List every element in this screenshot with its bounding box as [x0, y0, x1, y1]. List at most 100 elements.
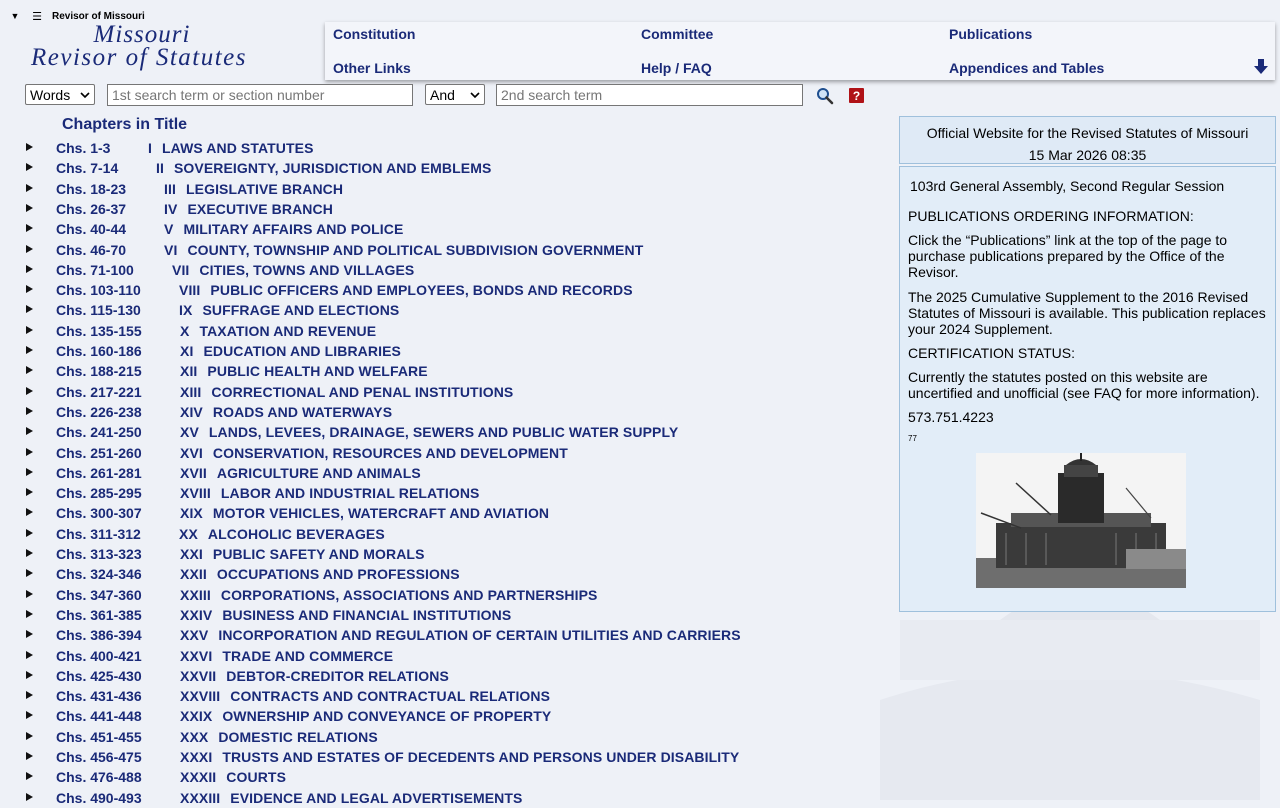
expand-triangle-icon[interactable] [26, 488, 33, 497]
chapter-range-link[interactable]: Chs. 241-250 [56, 424, 142, 440]
nav-help-faq[interactable]: Help / FAQ [641, 60, 712, 76]
chapter-range-link[interactable]: Chs. 490-493 [56, 790, 142, 806]
chapter-row[interactable]: Chs. 188-215 XII PUBLIC HEALTH AND WELFARE [0, 361, 880, 381]
chapter-range-link[interactable]: Chs. 285-295 [56, 485, 142, 501]
chapter-row[interactable]: Chs. 261-281 XVII AGRICULTURE AND ANIMALS [0, 463, 880, 483]
expand-triangle-icon[interactable] [26, 731, 33, 740]
chapter-row[interactable]: Chs. 300-307 XIX MOTOR VEHICLES, WATERCRAF… [0, 503, 880, 523]
chapter-title-link[interactable]: XI EDUCATION AND LIBRARIES [180, 343, 401, 359]
expand-triangle-icon[interactable] [26, 366, 33, 375]
expand-triangle-icon[interactable] [26, 589, 33, 598]
chapter-title-link[interactable]: X TAXATION AND REVENUE [180, 323, 376, 339]
chapter-row[interactable]: Chs. 1-3 I LAWS AND STATUTES [0, 138, 880, 158]
chapter-row[interactable]: Chs. 451-455 XXX DOMESTIC RELATIONS [0, 727, 880, 747]
chapter-title-link[interactable]: XVIII LABOR AND INDUSTRIAL RELATIONS [180, 485, 479, 501]
chapter-title-link[interactable]: XXX DOMESTIC RELATIONS [180, 729, 378, 745]
chapter-title-link[interactable]: III LEGISLATIVE BRANCH [164, 181, 343, 197]
expand-triangle-icon[interactable] [26, 325, 33, 334]
expand-triangle-icon[interactable] [26, 406, 33, 415]
chapter-title-link[interactable]: V MILITARY AFFAIRS AND POLICE [164, 221, 403, 237]
chapter-row[interactable]: Chs. 160-186 XI EDUCATION AND LIBRARIES [0, 341, 880, 361]
nav-committee[interactable]: Committee [641, 26, 713, 42]
chapter-title-link[interactable]: XXIII CORPORATIONS, ASSOCIATIONS AND PART… [180, 587, 597, 603]
expand-triangle-icon[interactable] [26, 569, 33, 578]
expand-triangle-icon[interactable] [26, 528, 33, 537]
expand-triangle-icon[interactable] [26, 285, 33, 294]
chapter-title-link[interactable]: XXVII DEBTOR-CREDITOR RELATIONS [180, 668, 449, 684]
expand-triangle-icon[interactable] [26, 650, 33, 659]
nav-appendices-tables[interactable]: Appendices and Tables [949, 60, 1104, 76]
chapter-title-link[interactable]: XXV INCORPORATION AND REGULATION OF CERTA… [180, 627, 741, 643]
chapter-row[interactable]: Chs. 313-323 XXI PUBLIC SAFETY AND MORALS [0, 544, 880, 564]
expand-triangle-icon[interactable] [26, 163, 33, 172]
expand-triangle-icon[interactable] [26, 305, 33, 314]
expand-triangle-icon[interactable] [26, 264, 33, 273]
nav-other-links[interactable]: Other Links [333, 60, 411, 76]
chapter-row[interactable]: Chs. 324-346 XXII OCCUPATIONS AND PROFESSI… [0, 564, 880, 584]
chapter-row[interactable]: Chs. 476-488 XXXII COURTS [0, 767, 880, 787]
expand-triangle-icon[interactable] [26, 427, 33, 436]
expand-triangle-icon[interactable] [26, 609, 33, 618]
expand-triangle-icon[interactable] [26, 670, 33, 679]
chapter-title-link[interactable]: XIII CORRECTIONAL AND PENAL INSTITUTIONS [180, 384, 513, 400]
expand-triangle-icon[interactable] [26, 772, 33, 781]
expand-triangle-icon[interactable] [26, 386, 33, 395]
chapter-range-link[interactable]: Chs. 361-385 [56, 607, 142, 623]
chapter-title-link[interactable]: XXVI TRADE AND COMMERCE [180, 648, 393, 664]
search-icon[interactable] [816, 87, 834, 105]
chapter-title-link[interactable]: I LAWS AND STATUTES [148, 140, 314, 156]
search-operator-select[interactable]: And [425, 84, 485, 105]
expand-triangle-icon[interactable] [26, 467, 33, 476]
chapter-title-link[interactable]: XIV ROADS AND WATERWAYS [180, 404, 392, 420]
search-mode-select[interactable]: Words [25, 84, 95, 105]
chapter-range-link[interactable]: Chs. 451-455 [56, 729, 142, 745]
chapter-range-link[interactable]: Chs. 347-360 [56, 587, 142, 603]
chapter-range-link[interactable]: Chs. 46-70 [56, 242, 126, 258]
chapter-title-link[interactable]: XXIX OWNERSHIP AND CONVEYANCE OF PROPERTY [180, 708, 551, 724]
chapter-row[interactable]: Chs. 71-100 VII CITIES, TOWNS AND VILLAGES [0, 260, 880, 280]
nav-constitution[interactable]: Constitution [333, 26, 415, 42]
chapter-range-link[interactable]: Chs. 71-100 [56, 262, 134, 278]
chapter-title-link[interactable]: IV EXECUTIVE BRANCH [164, 201, 333, 217]
chapter-range-link[interactable]: Chs. 18-23 [56, 181, 126, 197]
chapter-range-link[interactable]: Chs. 103-110 [56, 282, 141, 298]
expand-triangle-icon[interactable] [26, 183, 33, 192]
chapter-row[interactable]: Chs. 241-250 XV LANDS, LEVEES, DRAINAGE, S… [0, 422, 880, 442]
chapter-title-link[interactable]: VII CITIES, TOWNS AND VILLAGES [172, 262, 414, 278]
chapter-title-link[interactable]: XV LANDS, LEVEES, DRAINAGE, SEWERS AND PU… [180, 424, 678, 440]
chapter-row[interactable]: Chs. 18-23 III LEGISLATIVE BRANCH [0, 179, 880, 199]
chapter-row[interactable]: Chs. 386-394 XXV INCORPORATION AND REGULAT… [0, 625, 880, 645]
chapter-range-link[interactable]: Chs. 40-44 [56, 221, 126, 237]
chapter-range-link[interactable]: Chs. 26-37 [56, 201, 126, 217]
chapter-range-link[interactable]: Chs. 311-312 [56, 526, 141, 542]
chapter-range-link[interactable]: Chs. 431-436 [56, 688, 142, 704]
expand-triangle-icon[interactable] [26, 630, 33, 639]
chapter-title-link[interactable]: VI COUNTY, TOWNSHIP AND POLITICAL SUBDIVI… [164, 242, 643, 258]
expand-triangle-icon[interactable] [26, 203, 33, 212]
chapter-range-link[interactable]: Chs. 188-215 [56, 363, 142, 379]
chapter-range-link[interactable]: Chs. 1-3 [56, 140, 110, 156]
down-arrow-icon[interactable] [1253, 58, 1269, 76]
chapter-row[interactable]: Chs. 456-475 XXXI TRUSTS AND ESTATES OF DE… [0, 747, 880, 767]
chapter-title-link[interactable]: XXI PUBLIC SAFETY AND MORALS [180, 546, 425, 562]
nav-publications[interactable]: Publications [949, 26, 1032, 42]
chapter-row[interactable]: Chs. 115-130 IX SUFFRAGE AND ELECTIONS [0, 300, 880, 320]
expand-triangle-icon[interactable] [26, 549, 33, 557]
chapter-title-link[interactable]: XXXI TRUSTS AND ESTATES OF DECEDENTS AND … [180, 749, 739, 765]
chapter-title-link[interactable]: XX ALCOHOLIC BEVERAGES [179, 526, 385, 542]
chapter-row[interactable]: Chs. 431-436 XXVIII CONTRACTS AND CONTRACT… [0, 686, 880, 706]
expand-triangle-icon[interactable] [26, 691, 33, 700]
chapter-title-link[interactable]: VIII PUBLIC OFFICERS AND EMPLOYEES, BONDS… [179, 282, 633, 298]
expand-triangle-icon[interactable] [26, 224, 33, 233]
chapter-row[interactable]: Chs. 251-260 XVI CONSERVATION, RESOURCES A… [0, 443, 880, 463]
chapter-range-link[interactable]: Chs. 300-307 [56, 505, 142, 521]
chapter-row[interactable]: Chs. 226-238 XIV ROADS AND WATERWAYS [0, 402, 880, 422]
chapter-row[interactable]: Chs. 217-221 XIII CORRECTIONAL AND PENAL I… [0, 382, 880, 402]
chapter-row[interactable]: Chs. 40-44 V MILITARY AFFAIRS AND POLICE [0, 219, 880, 239]
expand-triangle-icon[interactable] [26, 143, 33, 151]
chapter-range-link[interactable]: Chs. 313-323 [56, 546, 142, 562]
hamburger-menu-icon[interactable]: ☰ [30, 10, 44, 23]
chapter-range-link[interactable]: Chs. 217-221 [56, 384, 142, 400]
first-search-input[interactable]: 1st search term or section number [107, 84, 413, 106]
chapter-range-link[interactable]: Chs. 456-475 [56, 749, 142, 765]
